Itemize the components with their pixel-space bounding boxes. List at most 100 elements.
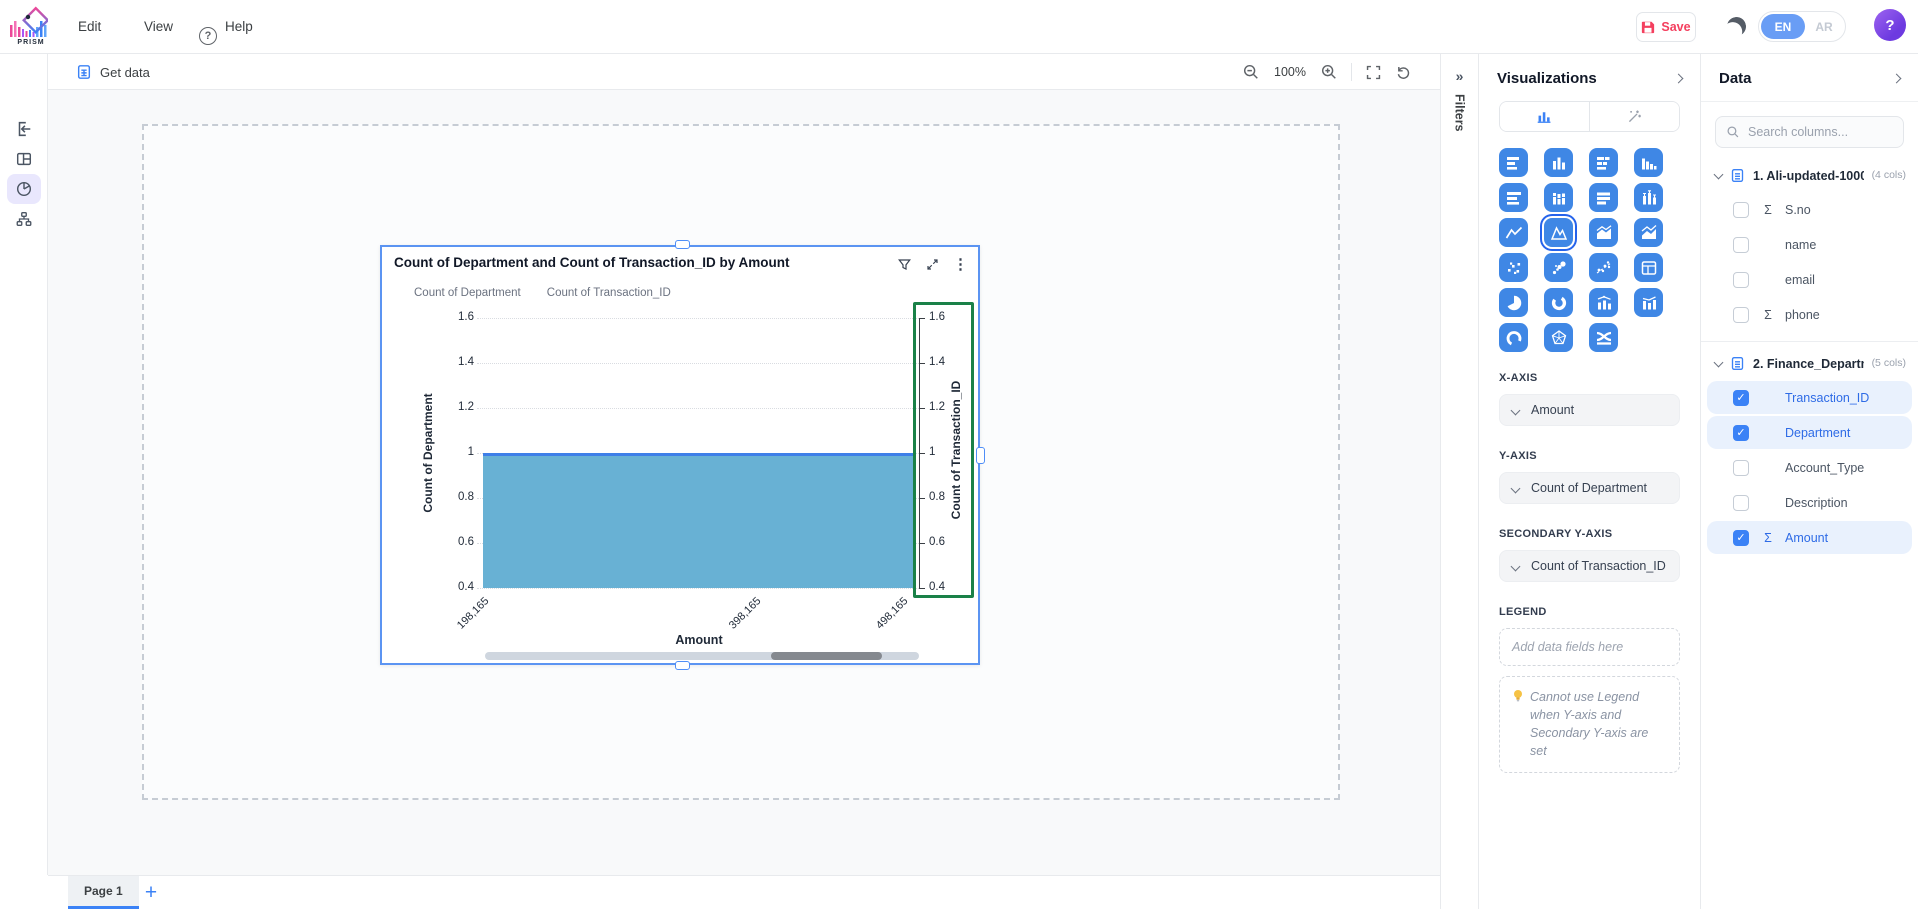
field-row-transaction_id[interactable]: ✓ Transaction_ID (1707, 381, 1912, 414)
field-checkbox[interactable]: ✓ (1733, 530, 1749, 546)
viz-type-scatter-icon[interactable] (1499, 253, 1528, 282)
field-row-department[interactable]: ✓Department (1707, 416, 1912, 449)
field-row-s.no[interactable]: Σ S.no (1707, 193, 1912, 226)
field-checkbox[interactable] (1733, 307, 1749, 323)
viz-type-radar-icon[interactable] (1544, 323, 1573, 352)
collapse-panel-icon[interactable] (7, 114, 41, 144)
add-page-button[interactable]: + (136, 878, 166, 908)
zoom-out-icon[interactable] (1242, 63, 1260, 81)
design-canvas[interactable]: Count of Department and Count of Transac… (48, 90, 1440, 875)
sigma-icon: Σ (1759, 308, 1777, 322)
tab-smart-suggestions[interactable] (1589, 102, 1679, 131)
field-row-amount[interactable]: ✓ΣAmount (1707, 521, 1912, 554)
layout-icon[interactable] (7, 144, 41, 174)
datazoom-thumb[interactable] (771, 652, 882, 660)
field-label: S.no (1785, 203, 1811, 217)
tab-chart-types[interactable] (1500, 102, 1589, 131)
datazoom-track[interactable] (485, 652, 919, 660)
legend-drop-zone[interactable]: Add data fields here (1499, 628, 1680, 666)
field-row-name[interactable]: name (1707, 228, 1912, 261)
filters-rail-label[interactable]: Filters (1453, 94, 1467, 132)
viz-type-bar-horizontal-100-icon[interactable] (1499, 183, 1528, 212)
filters-rail: » Filters (1440, 54, 1478, 909)
field-label: Transaction_ID (1785, 391, 1869, 405)
filters-expand-icon[interactable]: » (1441, 68, 1478, 84)
resize-handle-top[interactable] (675, 240, 690, 249)
language-toggle[interactable]: EN AR (1758, 11, 1846, 42)
viz-type-table-card-icon[interactable] (1634, 253, 1663, 282)
language-ar-option[interactable]: AR (1805, 20, 1843, 34)
viz-type-sankey-icon[interactable] (1589, 323, 1618, 352)
prism-logo-icon (8, 3, 48, 41)
dataset-collapse-chevron-icon[interactable] (1714, 169, 1724, 179)
viz-type-area-stacked-icon[interactable] (1589, 218, 1618, 247)
reset-view-icon[interactable] (1395, 64, 1412, 81)
y-axis-dropdown[interactable]: Count of Department (1499, 472, 1680, 504)
get-data-button[interactable]: Get data (76, 54, 150, 90)
viz-type-bar-horizontal-icon[interactable] (1499, 148, 1528, 177)
secondary-y-axis-dropdown[interactable]: Count of Transaction_ID (1499, 550, 1680, 582)
field-row-description[interactable]: Description (1707, 486, 1912, 519)
top-header: PRISM Edit View ? Help Save EN AR ? (0, 0, 1918, 54)
language-en-option[interactable]: EN (1761, 14, 1805, 39)
resize-handle-bottom[interactable] (675, 661, 690, 670)
menu-view[interactable]: View (144, 0, 173, 54)
gridline (477, 588, 919, 589)
help-bubble-button[interactable]: ? (1874, 9, 1906, 41)
prism-logo[interactable]: PRISM (8, 3, 54, 51)
viz-type-line-icon[interactable] (1499, 218, 1528, 247)
menu-help-label: Help (225, 0, 253, 54)
viz-type-area-range-icon[interactable] (1634, 218, 1663, 247)
field-checkbox[interactable]: ✓ (1733, 390, 1749, 406)
dataset-collapse-chevron-icon[interactable] (1714, 357, 1724, 367)
dataset-header[interactable]: 2. Finance_Department_...(5 cols) (1701, 342, 1918, 379)
pie-chart-icon[interactable] (7, 174, 41, 204)
save-button[interactable]: Save (1636, 12, 1696, 42)
viz-type-bar-horizontal-stacked-icon[interactable] (1589, 148, 1618, 177)
viz-type-column-combo-2-icon[interactable] (1634, 288, 1663, 317)
field-checkbox[interactable] (1733, 495, 1749, 511)
resize-handle-right[interactable] (976, 447, 985, 464)
secondary-axis-selection-box[interactable] (913, 302, 974, 598)
field-checkbox[interactable] (1733, 237, 1749, 253)
viz-type-column-icon[interactable] (1544, 148, 1573, 177)
field-checkbox[interactable] (1733, 460, 1749, 476)
search-columns-input[interactable] (1748, 125, 1888, 139)
viz-type-bar-rows-icon[interactable] (1589, 183, 1618, 212)
secondary-y-axis-value: Count of Transaction_ID (1531, 559, 1666, 573)
viz-type-column-stacked-icon[interactable] (1544, 183, 1573, 212)
x-axis-dropdown[interactable]: Amount (1499, 394, 1680, 426)
viz-type-area-icon[interactable] (1544, 218, 1573, 247)
viz-type-donut-icon[interactable] (1544, 288, 1573, 317)
viz-type-column-combo-icon[interactable] (1589, 288, 1618, 317)
visualizations-panel: Visualizations X-AXIS Amount (1478, 54, 1700, 909)
viz-type-scatter-trend-icon[interactable] (1589, 253, 1618, 282)
viz-type-column-boxplot-icon[interactable] (1634, 183, 1663, 212)
sigma-icon: Σ (1759, 203, 1777, 217)
hierarchy-icon[interactable] (7, 204, 41, 234)
page-tab-1[interactable]: Page 1 (68, 876, 139, 909)
dark-mode-toggle-moon-icon[interactable] (1725, 15, 1748, 38)
chart-widget[interactable]: Count of Department and Count of Transac… (380, 245, 980, 665)
menu-help[interactable]: ? Help (199, 0, 253, 54)
viz-type-bubble-icon[interactable] (1544, 253, 1573, 282)
field-checkbox[interactable] (1733, 272, 1749, 288)
save-icon (1641, 20, 1655, 34)
field-row-account_type[interactable]: Account_Type (1707, 451, 1912, 484)
zoom-in-icon[interactable] (1320, 63, 1338, 81)
y-axis-tick-label: 1 (438, 446, 474, 458)
dataset-header[interactable]: 1. Ali-updated-1000(4 cols) (1701, 154, 1918, 191)
field-row-email[interactable]: email (1707, 263, 1912, 296)
viz-type-column-histogram-icon[interactable] (1634, 148, 1663, 177)
field-checkbox[interactable]: ✓ (1733, 425, 1749, 441)
collapse-visualizations-chevron-icon[interactable] (1674, 74, 1684, 84)
viz-type-pie-icon[interactable] (1499, 288, 1528, 317)
viz-type-gauge-icon[interactable] (1499, 323, 1528, 352)
get-data-file-icon (76, 64, 92, 80)
fullscreen-icon[interactable] (1365, 64, 1382, 81)
menu-edit[interactable]: Edit (78, 0, 101, 54)
search-columns-box[interactable] (1715, 116, 1904, 148)
collapse-data-panel-chevron-icon[interactable] (1892, 74, 1902, 84)
field-row-phone[interactable]: Σphone (1707, 298, 1912, 331)
field-checkbox[interactable] (1733, 202, 1749, 218)
